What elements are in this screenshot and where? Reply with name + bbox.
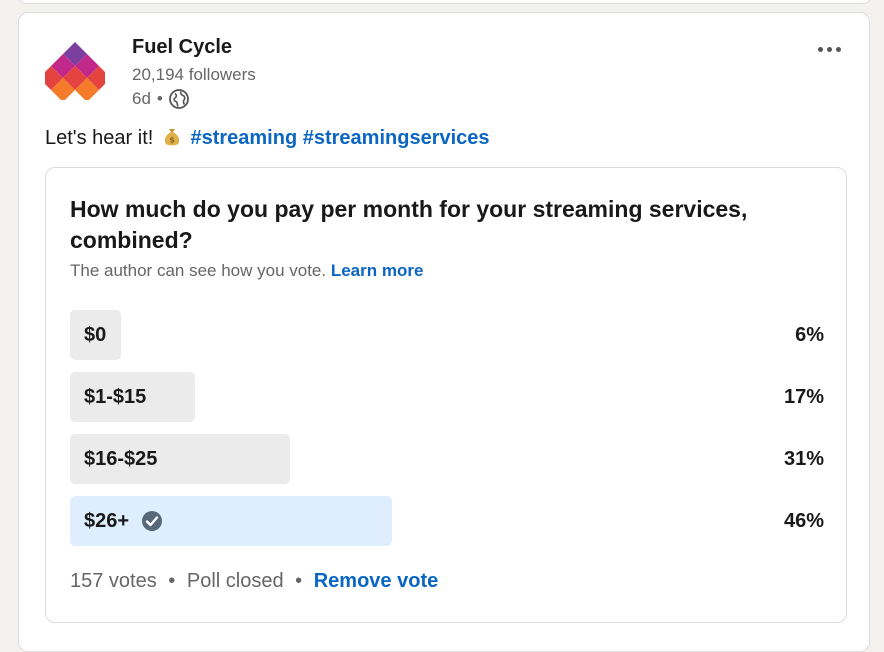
author-name[interactable]: Fuel Cycle [132,36,232,59]
footer-separator: • [168,570,176,592]
poll-footer: 157 votes • Poll closed • Remove vote [70,570,438,593]
poll-option-label: $16-$25 [84,448,158,470]
follower-count: 20,194 followers [132,65,256,84]
hashtag-streamingservices[interactable]: #streamingservices [303,127,490,149]
poll-option-0[interactable]: $0 6% [70,310,824,360]
meta-separator: • [156,89,163,108]
previous-card-edge [18,0,872,4]
fuel-cycle-logo[interactable] [45,40,105,100]
check-circle-icon [142,511,163,531]
poll-status: Poll closed [186,570,284,592]
poll-option-percent: 6% [795,324,824,346]
post-meta: 6d • [132,89,189,109]
more-options-button[interactable] [811,39,847,59]
footer-separator: • [295,570,303,592]
poll-question: How much do you pay per month for your s… [70,196,748,253]
poll-option-percent: 31% [783,448,824,470]
post-lead-text: Let's hear it! [45,127,154,149]
poll-option-2[interactable]: $16-$25 31% [70,434,824,484]
remove-vote-link[interactable]: Remove vote [314,570,439,592]
poll-card: How much do you pay per month for your s… [45,167,847,623]
ellipsis-icon [817,46,823,52]
poll-option-1[interactable]: $1-$15 17% [70,372,824,422]
poll-option-label: $26+ [84,510,130,532]
feed-post-card: Fuel Cycle 20,194 followers 6d • Let's h… [18,12,870,652]
poll-option-percent: 17% [783,386,824,408]
post-text: Let's hear it! $ #streaming #streamingse… [45,127,490,150]
globe-icon [168,89,189,109]
poll-option-percent: 46% [783,510,824,532]
money-bag-icon: $ [164,129,180,146]
poll-option-label: $0 [84,324,107,346]
hashtag-streaming[interactable]: #streaming [190,127,297,149]
poll-option-3[interactable]: $26+ 46% [70,496,824,546]
visibility-text: The author can see how you vote. [70,261,327,280]
svg-text:$: $ [169,136,175,145]
poll-visibility-note: The author can see how you vote. Learn m… [70,261,423,281]
vote-count: 157 votes [70,570,157,592]
learn-more-link[interactable]: Learn more [331,261,424,280]
post-time: 6d [132,89,151,108]
poll-option-label: $1-$15 [84,386,147,408]
